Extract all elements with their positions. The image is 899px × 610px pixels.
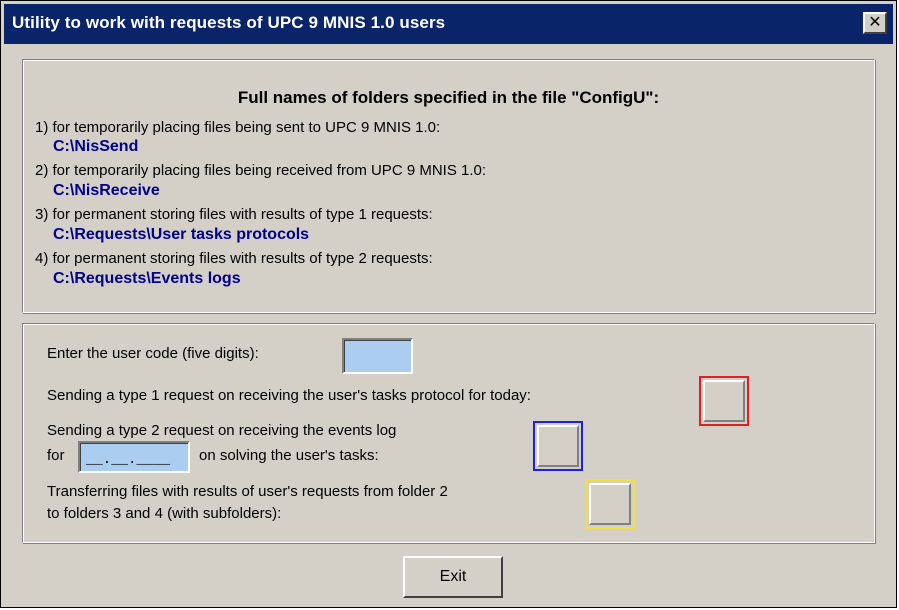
type1-request-button[interactable] (699, 376, 749, 426)
exit-button[interactable]: Exit (403, 556, 503, 598)
exit-button-label: Exit (439, 568, 467, 585)
folder-3-label: 3) for permanent storing files with resu… (35, 206, 433, 223)
user-code-label: Enter the user code (five digits): (47, 345, 259, 362)
user-code-input[interactable] (342, 338, 413, 374)
type2-request-label-line1: Sending a type 2 request on receiving th… (47, 422, 397, 439)
folder-3-path: C:\Requests\User tasks protocols (53, 226, 310, 243)
close-button[interactable]: ✕ (863, 12, 887, 34)
type2-request-label-line2: on solving the user's tasks: (199, 447, 379, 464)
type2-for-label: for (47, 447, 65, 464)
folder-2-path: C:\NisReceive (53, 182, 160, 199)
events-date-input[interactable] (78, 441, 190, 473)
folders-panel: Full names of folders specified in the f… (22, 59, 875, 313)
folder-4-path: C:\Requests\Events logs (53, 270, 241, 287)
transfer-label-line1: Transferring files with results of user'… (47, 483, 448, 500)
type1-request-label: Sending a type 1 request on receiving th… (47, 387, 531, 404)
main-window: Utility to work with requests of UPC 9 M… (0, 0, 897, 608)
transfer-label-line2: to folders 3 and 4 (with subfolders): (47, 505, 282, 522)
folder-2-label: 2) for temporarily placing files being r… (35, 162, 487, 179)
title-bar[interactable]: Utility to work with requests of UPC 9 M… (4, 4, 893, 44)
folder-1-path: C:\NisSend (53, 138, 139, 155)
type2-request-button[interactable] (533, 421, 583, 471)
window-title: Utility to work with requests of UPC 9 M… (12, 13, 446, 32)
actions-panel: Enter the user code (five digits): Sendi… (22, 323, 875, 543)
folders-heading: Full names of folders specified in the f… (237, 88, 660, 107)
transfer-files-button[interactable] (585, 479, 635, 529)
close-icon: ✕ (868, 14, 882, 31)
folder-1-label: 1) for temporarily placing files being s… (35, 119, 441, 136)
folder-4-label: 4) for permanent storing files with resu… (35, 250, 433, 267)
